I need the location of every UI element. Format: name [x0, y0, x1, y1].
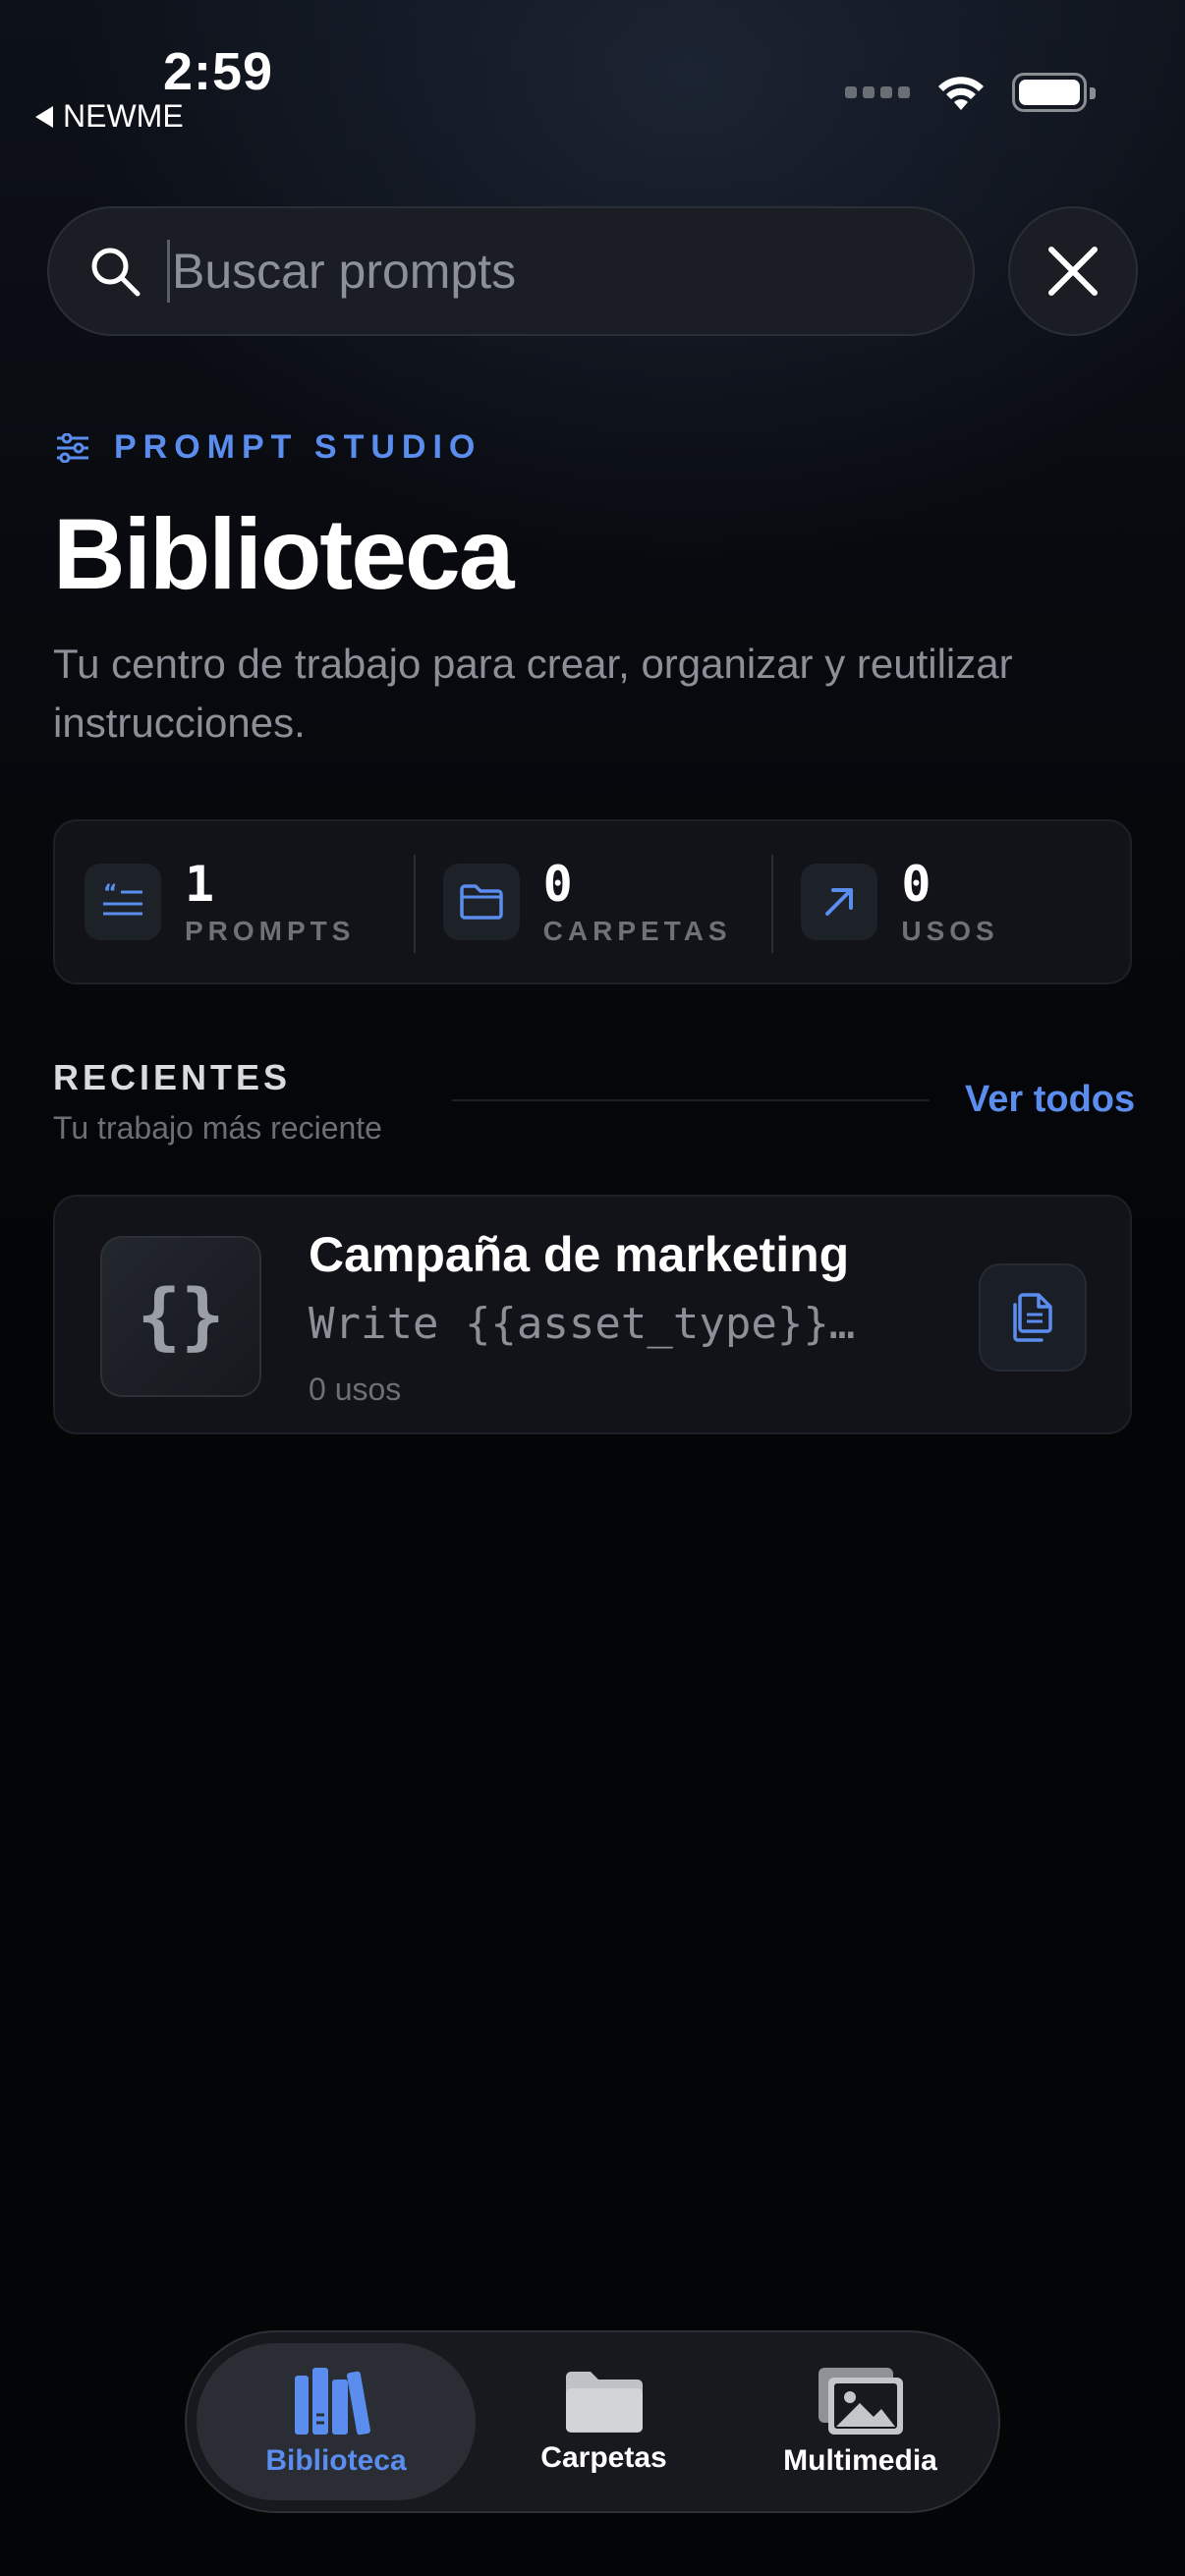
text-cursor — [167, 240, 170, 303]
tab-label: Biblioteca — [265, 2444, 407, 2477]
tab-bar: Biblioteca Carpetas Multimedia — [185, 2330, 1000, 2513]
prompt-preview: Write {{asset_type}}… — [309, 1299, 856, 1349]
page-title: Biblioteca — [53, 498, 514, 610]
stat-prompts: “ 1 PROMPTS — [55, 821, 414, 982]
quote-list-icon: “ — [85, 864, 161, 940]
stat-label: PROMPTS — [185, 916, 356, 946]
stat-uses: 0 USOS — [771, 821, 1130, 982]
stat-value: 0 — [542, 856, 573, 913]
tab-biblioteca[interactable]: Biblioteca — [197, 2343, 476, 2500]
stat-label: CARPETAS — [542, 916, 732, 946]
page-subtitle: Tu centro de trabajo para crear, organiz… — [53, 641, 1013, 746]
recent-section-title: RECIENTES — [53, 1057, 292, 1097]
prompt-title: Campaña de marketing — [309, 1227, 850, 1282]
section-divider — [452, 1099, 930, 1101]
tab-carpetas[interactable]: Carpetas — [476, 2343, 732, 2500]
eyebrow-label: PROMPT STUDIO — [114, 428, 482, 466]
search-icon — [91, 248, 141, 297]
search-bar[interactable] — [47, 206, 975, 336]
close-icon — [1048, 247, 1098, 296]
copy-prompt-button[interactable] — [979, 1263, 1087, 1372]
folder-icon — [565, 2372, 643, 2433]
tab-label: Carpetas — [540, 2441, 667, 2474]
braces-icon: {} — [100, 1236, 261, 1397]
recent-section-subtitle: Tu trabajo más reciente — [53, 1110, 382, 1146]
back-app-label: NEWME — [63, 98, 184, 134]
back-triangle-icon — [35, 105, 53, 128]
status-time: 2:59 — [163, 42, 274, 101]
stat-value: 0 — [901, 856, 931, 913]
tab-label: Multimedia — [783, 2444, 937, 2477]
stat-folders: 0 CARPETAS — [413, 821, 772, 982]
prompt-usage-count: 0 usos — [309, 1372, 402, 1407]
svg-text:“: “ — [103, 882, 117, 906]
copy-icon — [1013, 1293, 1052, 1342]
books-icon — [295, 2368, 370, 2436]
status-indicators — [845, 73, 1096, 112]
sliders-icon — [57, 432, 88, 463]
close-search-button[interactable] — [1008, 206, 1138, 336]
tab-multimedia[interactable]: Multimedia — [732, 2343, 988, 2500]
back-to-app-link[interactable]: NEWME — [35, 98, 184, 135]
cellular-signal-icon — [845, 86, 910, 98]
photos-icon — [818, 2368, 903, 2435]
see-all-link[interactable]: Ver todos — [965, 1079, 1135, 1121]
folder-icon — [442, 864, 520, 940]
stat-value: 1 — [185, 856, 215, 913]
battery-icon — [1012, 73, 1096, 112]
arrow-up-right-icon — [801, 864, 878, 940]
stats-card: “ 1 PROMPTS 0 CARPETAS 0 USOS — [53, 819, 1132, 984]
prompt-card[interactable]: {} Campaña de marketing Write {{asset_ty… — [53, 1195, 1132, 1434]
wifi-icon — [938, 77, 984, 110]
stat-label: USOS — [901, 916, 999, 946]
search-input[interactable] — [172, 243, 919, 300]
section-eyebrow: PROMPT STUDIO — [55, 428, 481, 467]
